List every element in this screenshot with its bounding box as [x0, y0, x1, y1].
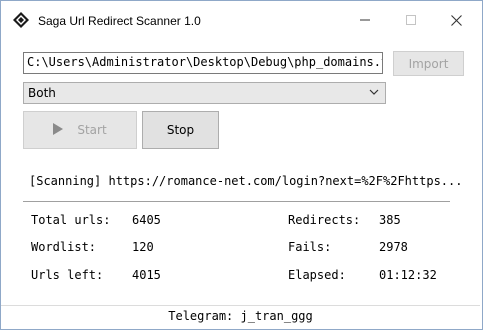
import-button[interactable]: Import [393, 51, 464, 76]
telegram-contact: Telegram: j_tran_ggg [168, 309, 313, 323]
fails-value: 2978 [379, 240, 408, 254]
scan-status-text: [Scanning] https://romance-net.com/login… [29, 174, 463, 188]
divider [23, 201, 450, 202]
total-urls-label: Total urls: [31, 213, 111, 227]
start-button-label: Start [77, 123, 107, 137]
title-bar[interactable]: Saga Url Redirect Scanner 1.0 [1, 1, 482, 32]
play-icon [53, 122, 64, 138]
maximize-icon [406, 15, 416, 25]
close-button[interactable] [434, 7, 478, 33]
start-button[interactable]: Start [23, 111, 137, 149]
status-bar: Telegram: j_tran_ggg [1, 305, 480, 328]
window-title: Saga Url Redirect Scanner 1.0 [38, 14, 201, 28]
elapsed-label: Elapsed: [288, 268, 346, 282]
urls-left-label: Urls left: [31, 268, 104, 282]
fails-label: Fails: [288, 240, 332, 254]
chevron-down-icon [368, 85, 380, 102]
wordlist-value: 120 [132, 240, 154, 254]
mode-select[interactable]: Both [23, 82, 386, 104]
wordlist-label: Wordlist: [31, 240, 97, 254]
close-icon [450, 14, 462, 26]
total-urls-value: 6405 [132, 213, 161, 227]
redirects-label: Redirects: [288, 213, 361, 227]
stop-button[interactable]: Stop [142, 111, 219, 149]
minimize-icon [360, 19, 370, 21]
redirects-value: 385 [379, 213, 401, 227]
maximize-button[interactable] [389, 7, 433, 33]
app-logo-icon [13, 12, 29, 28]
mode-select-value: Both [28, 86, 56, 100]
minimize-button[interactable] [343, 7, 387, 33]
elapsed-value: 01:12:32 [379, 268, 437, 282]
urls-left-value: 4015 [132, 268, 161, 282]
file-path-input[interactable]: C:\Users\Administrator\Desktop\Debug\php… [23, 52, 383, 74]
